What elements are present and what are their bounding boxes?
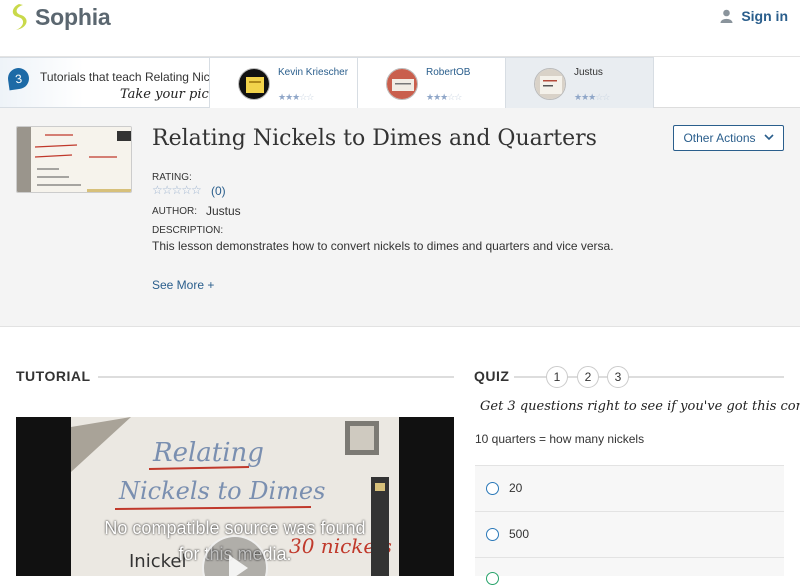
tutorial-rating-stars: ★★★☆☆ bbox=[574, 92, 610, 102]
tutorial-heading-divider bbox=[98, 376, 454, 378]
svg-text:Relating: Relating bbox=[152, 438, 264, 468]
svg-text:Nickels to Dimes: Nickels to Dimes bbox=[118, 477, 325, 505]
author-label: AUTHOR: bbox=[152, 206, 197, 217]
tutorial-card-justus[interactable]: Justus ★★★☆☆ bbox=[506, 57, 654, 108]
quiz-answer-option[interactable]: 20 bbox=[475, 465, 784, 511]
tutorial-rating-stars: ★★★☆☆ bbox=[278, 92, 314, 102]
user-icon bbox=[720, 9, 733, 23]
see-more-link[interactable]: See More + bbox=[152, 278, 214, 292]
sophia-logo[interactable]: Sophia bbox=[8, 2, 111, 32]
tutorial-card-kevin[interactable]: Kevin Kriescher ★★★☆☆ bbox=[210, 57, 358, 108]
sophia-leaf-icon bbox=[12, 4, 27, 30]
tutorial-author-name: Kevin Kriescher bbox=[278, 67, 349, 78]
tutorial-picker-intro: 3 Tutorials that teach Relating Nic Take… bbox=[0, 57, 210, 108]
author-name: Justus bbox=[206, 204, 241, 218]
lesson-info: Relating Nickels to Dimes and Quarters O… bbox=[0, 108, 800, 327]
lesson-title: Relating Nickels to Dimes and Quarters bbox=[152, 126, 597, 151]
avatar bbox=[534, 68, 566, 100]
logo-text: Sophia bbox=[35, 3, 111, 30]
quiz-question: 10 quarters = how many nickels bbox=[475, 432, 645, 446]
radio-button[interactable] bbox=[486, 482, 499, 495]
radio-button[interactable] bbox=[486, 528, 499, 541]
rating-label: RATING: bbox=[152, 172, 192, 183]
quiz-heading: QUIZ bbox=[474, 368, 510, 384]
quiz-answer-option[interactable]: 500 bbox=[475, 511, 784, 557]
take-your-pick-text: Take your pick: bbox=[120, 87, 209, 102]
lesson-thumbnail[interactable] bbox=[16, 126, 132, 193]
quiz-step-1[interactable]: 1 bbox=[546, 366, 568, 388]
other-actions-button[interactable]: Other Actions bbox=[673, 125, 784, 151]
radio-button[interactable] bbox=[486, 572, 499, 585]
play-icon bbox=[229, 555, 248, 576]
tutorial-picker-title: Tutorials that teach Relating Nic bbox=[40, 70, 210, 84]
avatar bbox=[386, 68, 418, 100]
avatar bbox=[238, 68, 270, 100]
chevron-down-icon bbox=[763, 133, 774, 144]
tutorial-count-badge: 3 bbox=[6, 66, 31, 91]
sign-in-label: Sign in bbox=[741, 8, 788, 24]
tutorial-heading: TUTORIAL bbox=[16, 368, 91, 384]
quiz-step-3[interactable]: 3 bbox=[607, 366, 629, 388]
quiz-answer-option[interactable] bbox=[475, 557, 784, 585]
tutorial-author-name: Justus bbox=[574, 67, 603, 78]
other-actions-label: Other Actions bbox=[683, 131, 756, 145]
site-header: Sophia Sign in bbox=[0, 0, 800, 57]
answer-text: 500 bbox=[509, 527, 530, 541]
tutorial-picker: 3 Tutorials that teach Relating Nic Take… bbox=[0, 57, 800, 108]
lesson-description: This lesson demonstrates how to convert … bbox=[152, 239, 614, 253]
tutorial-card-robertob[interactable]: RobertOB ★★★☆☆ bbox=[358, 57, 506, 108]
answer-text: 20 bbox=[509, 481, 523, 495]
tutorial-rating-stars: ★★★☆☆ bbox=[426, 92, 462, 102]
sign-in-link[interactable]: Sign in bbox=[720, 8, 788, 24]
tutorial-author-name: RobertOB bbox=[426, 67, 471, 78]
play-button[interactable] bbox=[202, 535, 268, 576]
quiz-step-2[interactable]: 2 bbox=[577, 366, 599, 388]
video-player[interactable]: Relating Nickels to Dimes 30 nickels Ini… bbox=[16, 417, 454, 576]
rating-count[interactable]: (0) bbox=[211, 184, 226, 198]
quiz-hint: Get 3 questions right to see if you've g… bbox=[480, 399, 800, 414]
rating-stars[interactable]: ☆☆☆☆☆ bbox=[152, 183, 202, 197]
description-label: DESCRIPTION: bbox=[152, 225, 224, 236]
